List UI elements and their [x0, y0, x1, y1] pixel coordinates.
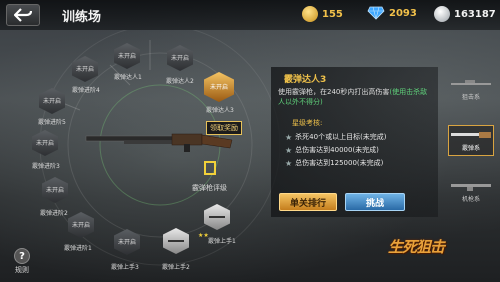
rating-marker-icon	[204, 161, 216, 175]
silver-value: 163187	[454, 8, 496, 20]
tab-sniper[interactable]: 狙击系	[448, 78, 494, 101]
node-adv-5[interactable]: 未开启	[38, 86, 66, 116]
game-logo: 生死狙击	[388, 238, 445, 256]
assessment-label: 霰弹枪评级	[192, 184, 227, 192]
rules-button[interactable]: ? 规则	[14, 248, 30, 275]
shotgun-icon	[451, 132, 491, 138]
node-caption: 霰弹上手2	[162, 264, 190, 271]
node-adv-3[interactable]: 未开启	[31, 128, 59, 158]
node-expert-3[interactable]: 未开启	[203, 70, 235, 104]
node-caption: 霰弹进阶5	[38, 119, 66, 126]
node-caption: 霰弹上手3	[111, 264, 139, 271]
detail-title: 霰弹达人3	[284, 75, 327, 85]
node-adv-4[interactable]: 未开启	[71, 54, 99, 84]
star-icon: ★	[285, 145, 293, 155]
page-title: 训练场	[62, 10, 102, 25]
node-caption: 霰弹进阶3	[32, 163, 60, 170]
silver-counter: 163187	[434, 6, 496, 22]
silver-coin-icon	[434, 6, 450, 22]
node-expert-2[interactable]: 未开启	[166, 43, 194, 73]
node-caption: 霰弹上手1	[208, 238, 236, 245]
node-caption: 霰弹达人3	[206, 107, 234, 114]
diamond-counter: 2093	[367, 6, 417, 20]
node-basic-3[interactable]: 未开启	[113, 227, 141, 257]
tab-shotgun[interactable]: 霰弹系	[448, 125, 494, 156]
tab-machinegun[interactable]: 机枪系	[448, 180, 494, 203]
sniper-rifle-icon	[451, 80, 491, 85]
star-icon: ★	[285, 132, 293, 142]
back-button[interactable]	[6, 4, 40, 26]
claim-reward-button[interactable]: 领取奖励	[206, 121, 242, 135]
gold-counter: 155	[302, 6, 343, 22]
node-basic-2[interactable]	[162, 226, 190, 256]
challenge-button[interactable]: 挑战	[345, 193, 405, 211]
rules-label: 规则	[15, 266, 29, 274]
node-caption: 霰弹达人1	[114, 74, 142, 81]
node-caption: 霰弹达人2	[166, 78, 194, 85]
gold-coin-icon	[302, 6, 318, 22]
machine-gun-icon	[451, 184, 491, 191]
diamond-value: 2093	[389, 7, 417, 19]
level-ranking-button[interactable]: 单关排行	[279, 193, 337, 211]
requirement-item: ★ 总伤害达到125000(未完成)	[285, 158, 384, 168]
node-caption: 霰弹进阶4	[72, 87, 100, 94]
star-icon: ★	[285, 158, 293, 168]
requirement-item: ★ 杀死40个或以上目标(未完成)	[285, 132, 387, 142]
node-adv-2[interactable]: 未开启	[41, 175, 69, 205]
node-adv-1[interactable]: 未开启	[67, 210, 95, 240]
requirement-item: ★ 总伤害达到40000(未完成)	[285, 145, 379, 155]
diamond-icon	[367, 6, 385, 20]
help-icon: ?	[14, 248, 30, 264]
node-caption: 霰弹进阶2	[40, 210, 68, 217]
shotgun-mini-icon	[168, 240, 184, 242]
node-caption: 霰弹进阶1	[64, 245, 92, 252]
detail-description: 使用霰弹枪，在240秒内打出高伤害(使用击杀敌人以外不得分)	[278, 88, 428, 106]
requirement-title: 星级考核:	[292, 119, 323, 127]
node-expert-1[interactable]: 未开启	[113, 41, 141, 71]
node-basic-1[interactable]	[203, 202, 231, 232]
shotgun-mini-icon	[209, 216, 225, 218]
back-arrow-icon	[14, 8, 32, 22]
gold-value: 155	[322, 8, 343, 20]
